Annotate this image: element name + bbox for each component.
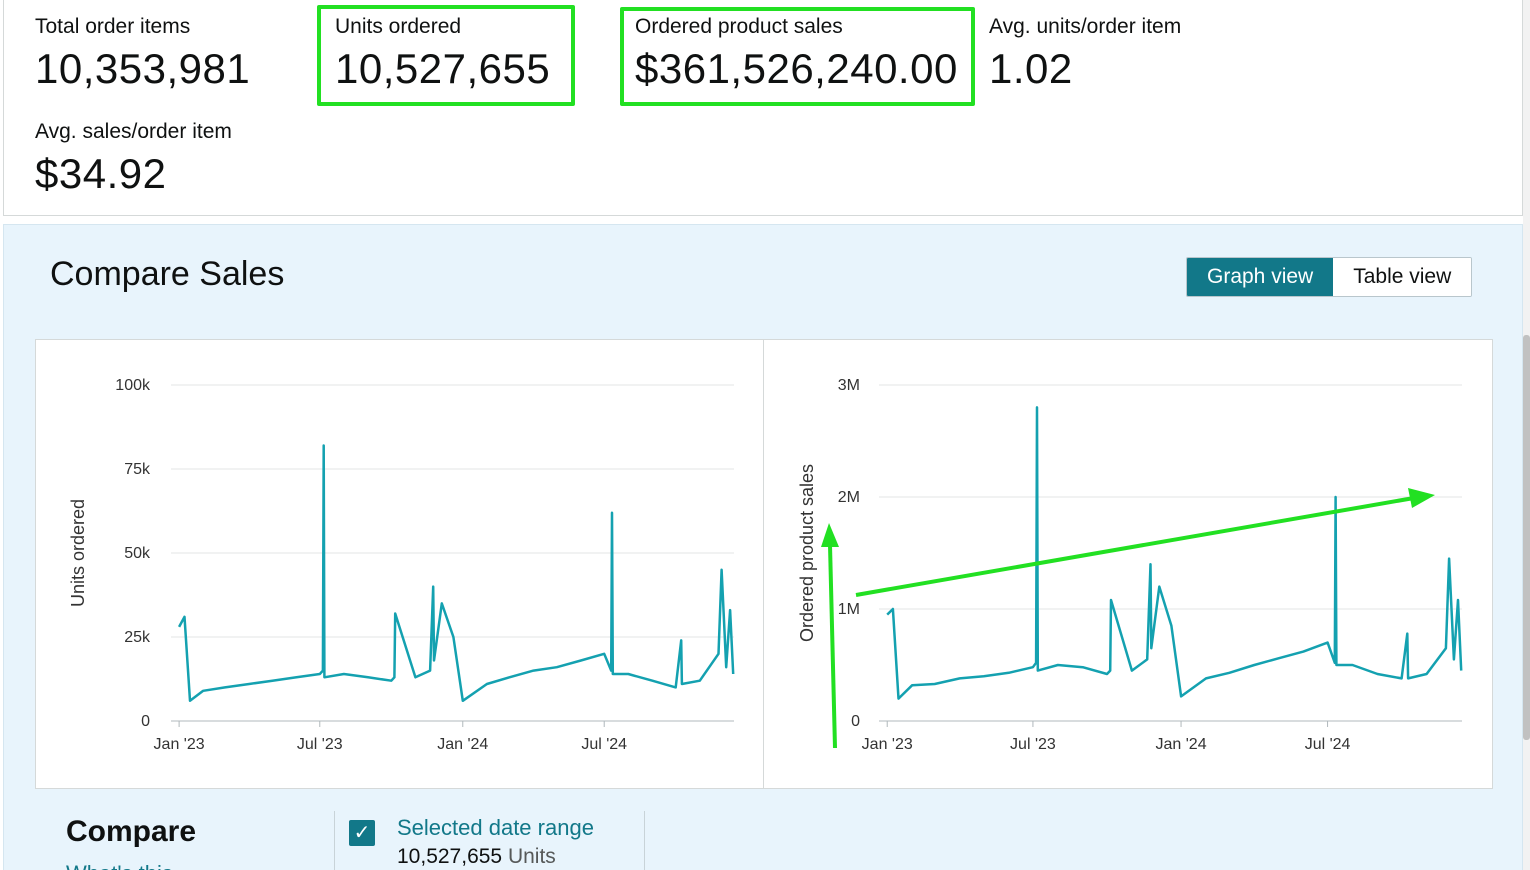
series-line — [886, 406, 1463, 700]
graph-view-button[interactable]: Graph view — [1187, 258, 1334, 296]
metric-label: Total order items — [35, 15, 191, 38]
y-tick-label: 0 — [141, 713, 150, 730]
y-tick-label: 2M — [838, 489, 860, 506]
compare-sales-panel: Compare Sales Graph view Table view 0 25k… — [3, 224, 1523, 870]
selected-range-checkbox[interactable]: ✓ — [349, 820, 375, 846]
metric-value: 10,353,981 — [35, 45, 251, 92]
selected-range-label[interactable]: Selected date range — [397, 815, 594, 841]
y-tick-label: 25k — [124, 629, 151, 646]
metric-label: Avg. units/order item — [989, 15, 1182, 38]
metric-total-order-items: Total order items 10,353,981 — [35, 14, 250, 94]
x-tick-label: Jul '24 — [581, 736, 627, 753]
highlight-box-sales — [620, 7, 975, 106]
charts-container: 0 25k 50k 75k 100k Jan '23 Jul '23 Jan '24 Jul '… — [35, 339, 1493, 789]
y-tick-label: 1M — [838, 601, 860, 618]
x-tick-label: Jan '23 — [862, 736, 913, 753]
x-tick-label: Jan '23 — [154, 736, 205, 753]
annotation-arrowhead — [1408, 488, 1435, 508]
scrollbar[interactable] — [1523, 0, 1530, 870]
table-view-button[interactable]: Table view — [1333, 258, 1472, 296]
y-tick-label: 75k — [124, 461, 151, 478]
units-ordered-chart: 0 25k 50k 75k 100k Jan '23 Jul '23 Jan '24 Jul '… — [68, 377, 735, 753]
divider — [334, 811, 335, 870]
annotation-vertical-arrow — [828, 544, 837, 749]
metrics-card: Total order items 10,353,981 Units order… — [3, 0, 1523, 216]
x-tick-label: Jan '24 — [437, 736, 488, 753]
compare-heading: Compare — [66, 815, 197, 848]
selected-range-value: 10,527,655 Units — [397, 845, 556, 869]
metric-value: $34.92 — [35, 150, 167, 197]
y-tick-label: 100k — [115, 377, 151, 394]
y-axis-title: Units ordered — [68, 499, 88, 607]
annotation-trend-arrow — [855, 496, 1415, 597]
metric-avg-units-per-order-item: Avg. units/order item 1.02 — [989, 14, 1181, 94]
y-tick-label: 0 — [851, 713, 860, 730]
x-tick-label: Jul '23 — [297, 736, 343, 753]
panel-title: Compare Sales — [50, 255, 285, 293]
selected-range-number: 10,527,655 — [397, 845, 503, 868]
ordered-product-sales-chart: 0 1M 2M 3M Jan '23 Jul '23 Jan '24 Jul '24 Order… — [797, 377, 1463, 753]
highlight-box-units — [317, 5, 575, 106]
y-tick-label: 50k — [124, 545, 151, 562]
metric-value: 1.02 — [989, 45, 1073, 92]
y-axis-title: Ordered product sales — [797, 464, 817, 642]
x-tick-label: Jul '24 — [1305, 736, 1351, 753]
scrollbar-thumb[interactable] — [1523, 335, 1530, 740]
metric-label: Avg. sales/order item — [35, 120, 232, 143]
whats-this-link[interactable]: What's this — [66, 861, 173, 870]
divider — [644, 811, 645, 870]
metric-avg-sales-per-order-item: Avg. sales/order item $34.92 — [35, 119, 232, 199]
selected-range-unit: Units — [507, 845, 556, 868]
view-toggle: Graph view Table view — [1186, 257, 1473, 297]
x-tick-label: Jul '23 — [1010, 736, 1056, 753]
series-line — [177, 444, 735, 703]
x-tick-label: Jan '24 — [1156, 736, 1207, 753]
y-tick-label: 3M — [838, 377, 860, 394]
annotation-arrowhead — [821, 523, 839, 547]
